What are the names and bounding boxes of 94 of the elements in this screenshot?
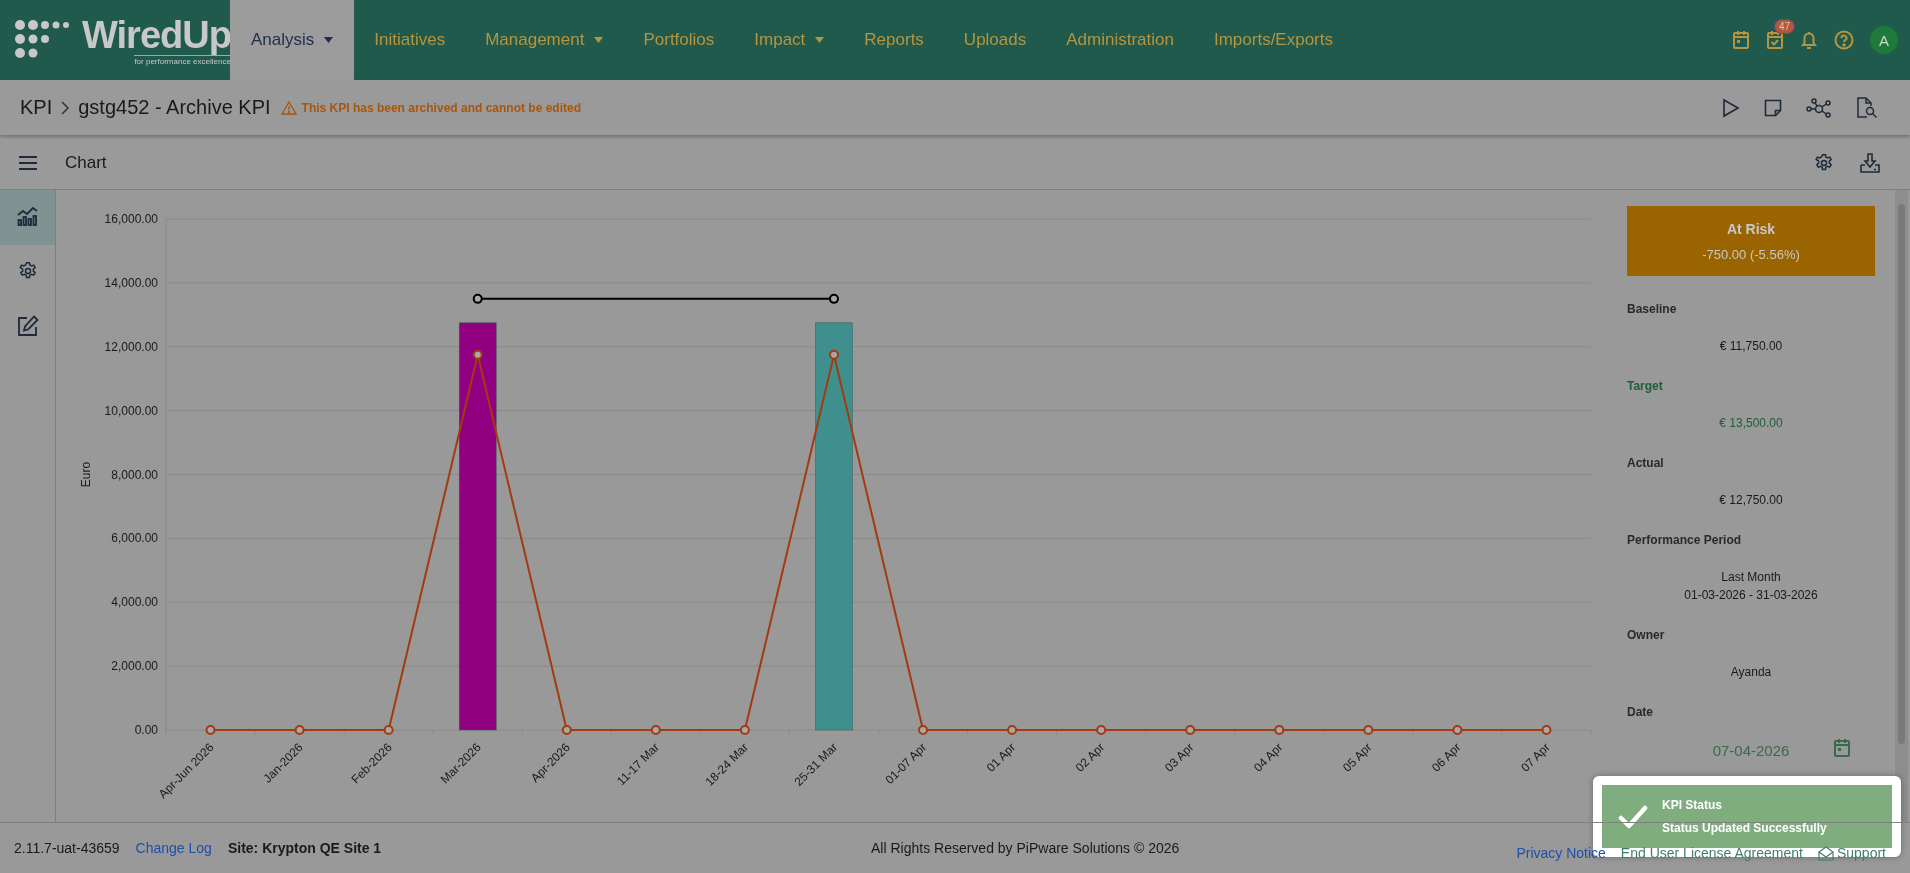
axis-label: 04 Apr — [1250, 740, 1286, 775]
point — [294, 725, 305, 735]
caret-icon — [594, 37, 604, 43]
play-button[interactable] — [1722, 97, 1740, 118]
nav-tab[interactable]: Imports/Exports — [1193, 0, 1353, 80]
help-button[interactable] — [1834, 30, 1854, 50]
chevron-icon — [60, 100, 71, 115]
axis-label: 10,000.00 — [104, 403, 158, 418]
task-calendar-button[interactable] — [1766, 30, 1784, 50]
axis-label: 05 Apr — [1340, 740, 1375, 775]
notification-badge: 47 — [1774, 19, 1796, 34]
user-avatar[interactable]: A — [1870, 26, 1898, 54]
nav-tab[interactable]: Portfolios — [623, 0, 735, 80]
nav-tab[interactable]: Impact — [734, 0, 845, 80]
axis-label: 02 Apr — [1072, 740, 1108, 775]
field-value: € 13,500.00 — [1719, 416, 1783, 430]
axis-label: 07 Apr — [1518, 740, 1553, 775]
field-label: Owner — [1627, 628, 1666, 642]
point — [472, 349, 483, 360]
nav-tab[interactable]: Reports — [844, 0, 944, 80]
field-label: Actual — [1627, 456, 1665, 470]
field-value: Last Month — [1721, 570, 1781, 584]
point — [561, 725, 572, 735]
point — [828, 293, 839, 304]
field-value: Ayanda — [1730, 665, 1772, 679]
point — [1007, 725, 1018, 735]
section-title: Chart — [65, 153, 107, 173]
axis-label: 2,000.00 — [111, 659, 158, 674]
point — [383, 725, 394, 735]
document-search-button[interactable] — [1856, 96, 1878, 119]
axis-label: 16,000.00 — [104, 212, 158, 226]
bell-button[interactable] — [1800, 30, 1818, 50]
settings-button[interactable] — [1814, 153, 1834, 173]
nav-tab[interactable]: Analysis — [230, 0, 355, 80]
archived-warning: This KPI has been archived and cannot be edited — [301, 100, 581, 115]
scrollbar[interactable] — [1895, 190, 1908, 822]
point — [828, 349, 839, 360]
field-label: Date — [1627, 705, 1654, 719]
license-link[interactable]: End User License Agreement — [1620, 845, 1803, 861]
field-value: € 11,750.00 — [1719, 339, 1783, 353]
field-label: Performance Period — [1627, 533, 1743, 547]
point — [472, 293, 483, 304]
nav-tab[interactable]: Initiatives — [354, 0, 466, 80]
field-value: 07-04-2026 — [1712, 742, 1790, 759]
breadcrumb-link[interactable]: KPI — [20, 96, 53, 119]
nav-tab[interactable]: Uploads — [943, 0, 1047, 80]
point — [1274, 725, 1285, 735]
field-value: 01-03-2026 - 31-03-2026 — [1684, 588, 1818, 602]
version-text: 2.11.7-uat-43659 — [14, 840, 120, 856]
axis-label: 14,000.00 — [104, 275, 158, 290]
point — [650, 725, 661, 735]
axis-label: 8,000.00 — [111, 467, 158, 482]
toast-title: KPI Status — [1662, 798, 1723, 812]
point — [1096, 725, 1107, 735]
field-label: Target — [1627, 379, 1664, 393]
warning-icon — [280, 100, 297, 115]
axis-label: 06 Apr — [1429, 740, 1464, 775]
caret-icon — [324, 37, 334, 43]
axis-label: 12,000.00 — [104, 339, 158, 354]
envelope-icon — [1817, 845, 1834, 861]
support-link[interactable]: Support — [1817, 845, 1886, 861]
chart-tab[interactable] — [0, 190, 55, 245]
network-button[interactable] — [1806, 97, 1832, 118]
copyright-text: All Rights Reserved by PiPware Solutions © 2026 — [871, 840, 1180, 856]
logo-text: WiredUp — [82, 14, 231, 55]
field-value: € 12,750.00 — [1719, 493, 1783, 507]
change-log-link[interactable]: Change Log — [135, 840, 212, 856]
point — [1185, 725, 1196, 735]
axis-label: 03 Apr — [1161, 740, 1197, 775]
axis-label: 4,000.00 — [111, 595, 158, 610]
page-title: gstg452 - Archive KPI — [78, 96, 271, 119]
menu-button[interactable] — [19, 156, 37, 170]
axis-label: 01 Apr — [983, 740, 1019, 775]
checkmark-icon — [1618, 804, 1648, 829]
axis-label: 6,000.00 — [111, 531, 158, 546]
point — [918, 725, 929, 735]
status-label: At Risk — [1726, 220, 1776, 237]
point — [1363, 725, 1374, 735]
note-button[interactable] — [1764, 98, 1782, 117]
calendar-button[interactable] — [1732, 30, 1750, 50]
status-variance: -750.00 (-5.56%) — [1702, 246, 1800, 262]
nav-tab[interactable]: Management — [465, 0, 624, 80]
point — [1452, 725, 1463, 735]
axis-title: Euro — [79, 461, 93, 488]
caret-icon — [815, 37, 825, 43]
field-label: Baseline — [1627, 302, 1678, 316]
download-button[interactable] — [1860, 153, 1880, 173]
axis-label: 0.00 — [134, 723, 158, 737]
nav-tab[interactable]: Administration — [1046, 0, 1194, 80]
point — [205, 725, 216, 735]
toast-message: Status Updated Successfully — [1662, 821, 1827, 835]
point — [739, 725, 750, 735]
site-name: Site: Krypton QE Site 1 — [227, 840, 382, 856]
point — [1541, 725, 1552, 735]
